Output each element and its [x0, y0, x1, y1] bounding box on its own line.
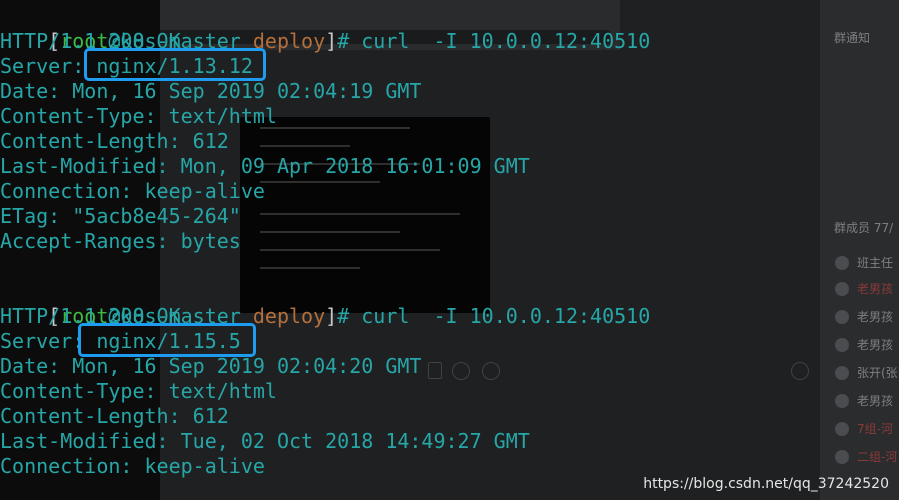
output-line: Date: Mon, 16 Sep 2019 02:04:20 GMT [0, 354, 422, 378]
output-line: Content-Length: 612 [0, 404, 229, 428]
output-line: Accept-Ranges: bytes [0, 229, 241, 253]
prompt-directory: deploy [252, 304, 326, 328]
output-line: Connection: keep-alive [0, 179, 265, 203]
prompt-bracket: ] [325, 29, 338, 53]
output-line: Content-Type: text/html [0, 379, 277, 403]
output-line: Last-Modified: Mon, 09 Apr 2018 16:01:09… [0, 154, 530, 178]
output-line: Date: Mon, 16 Sep 2019 02:04:19 GMT [0, 79, 422, 103]
output-line: Content-Length: 612 [0, 129, 229, 153]
version-highlight-box [84, 48, 266, 81]
terminal-window[interactable]: [root@k8s-master deploy]# curl -I 10.0.0… [0, 0, 899, 500]
shell-prompt: [root@k8s-master deploy]# curl -I 10.0.0… [0, 279, 650, 328]
prompt-bracket: ] [325, 304, 338, 328]
version-highlight-box [78, 323, 256, 357]
shell-prompt: [root@k8s-master deploy]# curl -I 10.0.0… [0, 4, 650, 53]
watermark-url: https://blog.csdn.net/qq_37242520 [643, 476, 889, 492]
output-line: Connection: keep-alive [0, 454, 265, 478]
command-text: # curl -I 10.0.0.12:40510 [337, 304, 651, 328]
output-line: Last-Modified: Tue, 02 Oct 2018 14:49:27… [0, 429, 530, 453]
output-line: ETag: "5acb8e45-264" [0, 204, 241, 228]
command-text: # curl -I 10.0.0.12:40510 [337, 29, 651, 53]
output-line: Content-Type: text/html [0, 104, 277, 128]
